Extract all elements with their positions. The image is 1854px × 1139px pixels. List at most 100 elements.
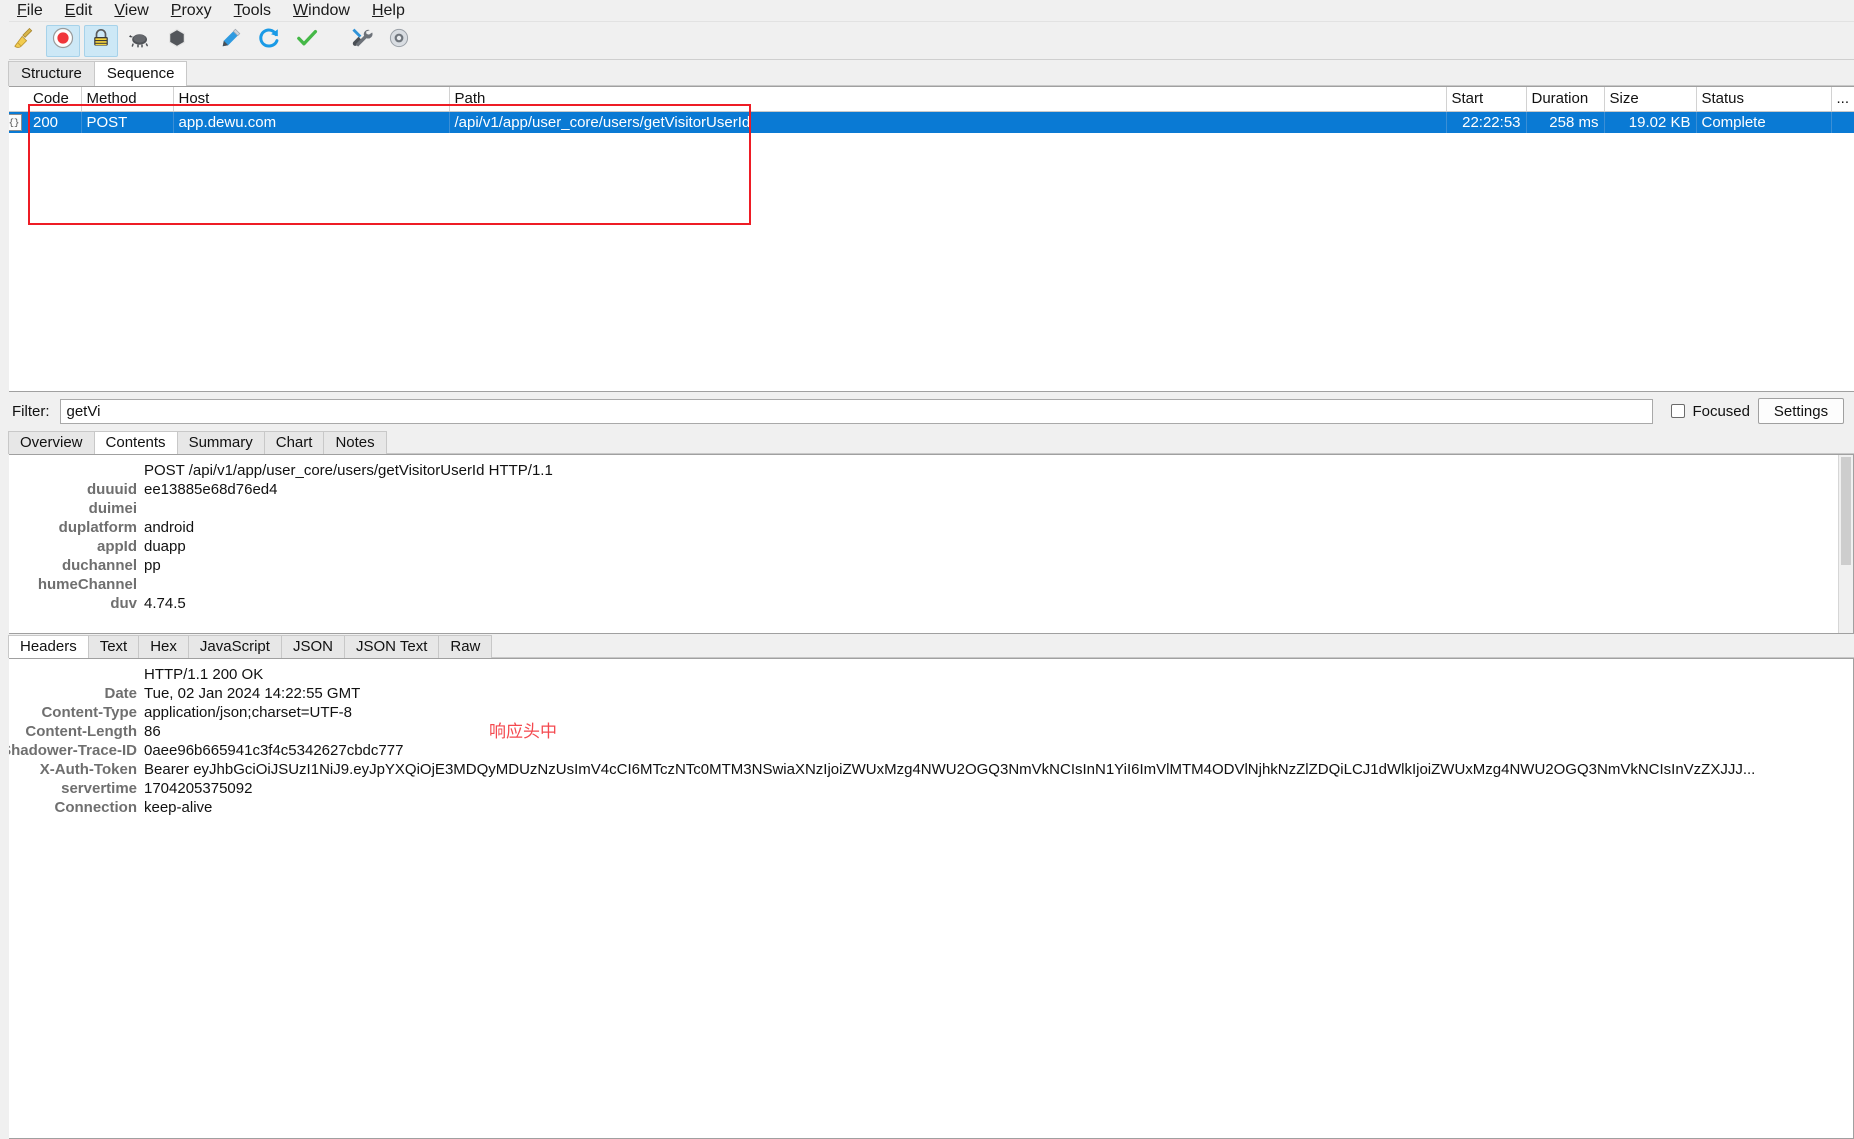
response-header-name: Shadower-Trace-ID: [1, 742, 137, 759]
col-header-more[interactable]: ...: [1831, 87, 1854, 112]
turtle-throttle-icon: [127, 26, 151, 55]
tab-hex-label: Hex: [150, 638, 177, 655]
request-pane-tabs: Overview Contents Summary Chart Notes: [0, 430, 1854, 454]
response-header-value: keep-alive: [144, 799, 213, 816]
tab-raw[interactable]: Raw: [438, 635, 493, 658]
tab-chart[interactable]: Chart: [263, 431, 325, 454]
settings-button[interactable]: Settings: [1758, 398, 1844, 424]
tab-chart-label: Chart: [275, 434, 313, 451]
row-size: 19.02 KB: [1604, 111, 1697, 133]
row-start: 22:22:53: [1446, 111, 1527, 133]
request-headers-table: POST /api/v1/app/user_core/users/getVisi…: [1, 461, 553, 613]
hexagon-settings-icon: [165, 26, 189, 55]
repeat-refresh-icon: [257, 26, 281, 55]
col-header-status[interactable]: Status: [1696, 87, 1832, 112]
response-pane: Headers Text Hex JavaScript JSON JSON Te…: [0, 634, 1854, 1139]
col-header-method[interactable]: Method: [81, 87, 174, 112]
request-header-value: 4.74.5: [144, 595, 186, 612]
response-header-value: 86: [144, 723, 161, 740]
response-header-name: Content-Length: [25, 723, 137, 740]
table-row[interactable]: {} 200 POST app.dewu.com /api/v1/app/use…: [0, 111, 1854, 133]
focused-label: Focused: [1692, 402, 1750, 420]
response-header-value: 1704205375092: [144, 780, 253, 797]
col-header-duration[interactable]: Duration: [1526, 87, 1605, 112]
request-pane: Overview Contents Summary Chart Notes PO…: [0, 430, 1854, 634]
request-header-name: duchannel: [61, 557, 137, 574]
focus-button[interactable]: [160, 25, 194, 57]
request-header-value: duapp: [144, 538, 186, 555]
request-header-row: duuuid ee13885e68d76ed4: [1, 480, 553, 499]
tab-sequence[interactable]: Sequence: [93, 61, 188, 86]
request-header-row: duchannel pp: [1, 556, 553, 575]
tab-headers-label: Headers: [20, 638, 77, 655]
menu-item-proxy[interactable]: Proxy: [160, 1, 223, 21]
tab-structure[interactable]: Structure: [8, 61, 95, 86]
tab-notes[interactable]: Notes: [323, 431, 387, 454]
response-header-name: Date: [104, 685, 137, 702]
focused-checkbox[interactable]: [1671, 404, 1686, 418]
row-extra: [1831, 111, 1854, 133]
request-header-value: android: [144, 519, 195, 536]
settings-gear-icon: [387, 26, 411, 55]
col-header-start[interactable]: Start: [1446, 87, 1527, 112]
filter-label: Filter:: [12, 402, 50, 420]
menu-bar: FFileile Edit View Proxy Tools Window He…: [0, 0, 1854, 22]
response-header-row: Content-Type application/json;charset=UT…: [1, 703, 1755, 722]
response-header-row: Shadower-Trace-ID 0aee96b665941c3f4c5342…: [1, 741, 1755, 760]
tab-json-text[interactable]: JSON Text: [343, 635, 440, 658]
request-pane-scrollbar-thumb[interactable]: [1841, 457, 1851, 565]
compose-button[interactable]: [214, 25, 248, 57]
annotation-response-headers: 响应头中: [489, 722, 557, 742]
response-header-row: Content-Length 86: [1, 722, 1755, 741]
repeat-button[interactable]: [252, 25, 286, 57]
sessions-table: Code Method Host Path Start Duration Siz…: [0, 87, 1854, 133]
validate-button[interactable]: [290, 25, 324, 57]
tab-contents[interactable]: Contents: [93, 431, 178, 454]
tab-javascript-label: JavaScript: [199, 638, 270, 655]
request-header-name: duuuid: [87, 481, 137, 498]
menu-item-edit[interactable]: Edit: [54, 1, 104, 21]
response-header-value: Tue, 02 Jan 2024 14:22:55 GMT: [144, 685, 361, 702]
menu-item-help[interactable]: Help: [361, 1, 416, 21]
response-header-name: X-Auth-Token: [39, 761, 137, 778]
tab-json[interactable]: JSON: [280, 635, 345, 658]
request-header-name: duv: [110, 595, 137, 612]
row-code: 200: [28, 111, 82, 133]
menu-item-tools[interactable]: Tools: [223, 1, 282, 21]
settings-gear-button[interactable]: [382, 25, 416, 57]
breakpoints-button[interactable]: [84, 24, 118, 57]
col-header-size[interactable]: Size: [1604, 87, 1697, 112]
col-header-path[interactable]: Path: [449, 87, 1447, 112]
response-header-value: Bearer eyJhbGciOiJSUzI1NiJ9.eyJpYXQiOjE3…: [144, 761, 1756, 778]
breakpoint-lock-icon: [89, 26, 113, 55]
request-header-name: duplatform: [58, 519, 137, 536]
clear-session-button[interactable]: [8, 25, 42, 57]
focused-checkbox-group[interactable]: Focused: [1671, 403, 1750, 420]
response-headers-body: HTTP/1.1 200 OK Date Tue, 02 Jan 2024 14…: [0, 658, 1854, 1139]
tab-text[interactable]: Text: [87, 635, 140, 658]
col-header-host[interactable]: Host: [173, 87, 450, 112]
left-window-rail: [0, 0, 9, 1139]
tab-hex[interactable]: Hex: [138, 635, 189, 658]
menu-item-window[interactable]: Window: [282, 1, 361, 21]
request-header-row: duplatform android: [1, 518, 553, 537]
throttle-button[interactable]: [122, 25, 156, 57]
filter-input[interactable]: [59, 398, 1654, 424]
response-status-row: HTTP/1.1 200 OK: [1, 665, 1755, 684]
charles-proxy-window: FFileile Edit View Proxy Tools Window He…: [0, 0, 1854, 1139]
tab-overview[interactable]: Overview: [8, 431, 95, 454]
record-button[interactable]: [46, 24, 80, 57]
col-header-code[interactable]: Code: [28, 87, 82, 112]
response-header-name: servertime: [61, 780, 137, 797]
tab-json-label: JSON: [292, 638, 333, 655]
tab-summary[interactable]: Summary: [176, 431, 265, 454]
tab-json-text-label: JSON Text: [355, 638, 428, 655]
tab-headers[interactable]: Headers: [8, 635, 89, 658]
toolbar: [0, 22, 1854, 60]
tab-javascript[interactable]: JavaScript: [187, 635, 282, 658]
tools-button[interactable]: [344, 25, 378, 57]
menu-item-file[interactable]: FFileile: [6, 1, 54, 21]
response-header-row: Connection keep-alive: [1, 798, 1755, 817]
request-pane-scrollbar[interactable]: [1838, 455, 1853, 633]
menu-item-view[interactable]: View: [103, 1, 159, 21]
